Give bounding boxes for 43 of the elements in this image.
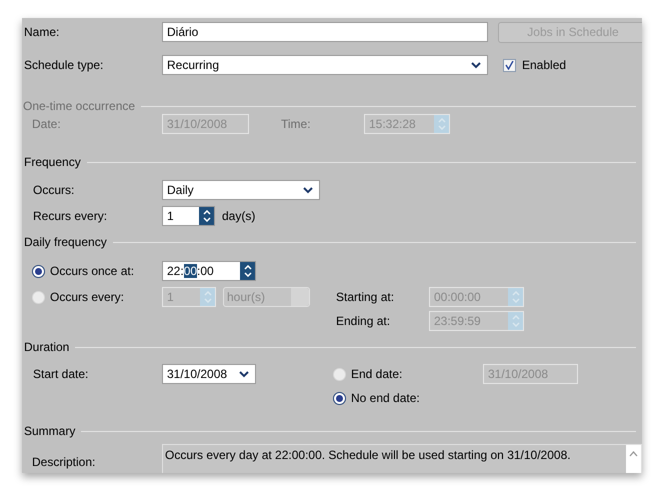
section-title: Summary [24, 423, 76, 440]
unit-dropdown[interactable]: hour(s) [223, 287, 310, 307]
field-label: Occurs: [33, 183, 74, 197]
scrollbar[interactable] [626, 445, 641, 473]
description-text: Occurs every day at 22:00:00. Schedule will be used starting on 31/10/2008. [164, 447, 572, 464]
time-field[interactable]: 00:00:00 [429, 287, 524, 307]
field-label: Name: [24, 25, 60, 39]
section-title: One-time occurrence [23, 98, 136, 115]
time-field[interactable]: 23:59:59 [429, 311, 524, 331]
field-label: Time: [281, 116, 311, 130]
radio-label: Occurs every: [50, 289, 124, 306]
radio-label: End date: [351, 366, 402, 383]
scroll-up-icon[interactable] [629, 451, 638, 457]
radio-button[interactable] [32, 264, 45, 278]
field-label: Date: [32, 116, 61, 130]
chevron-down-icon [471, 62, 481, 68]
chevron-down-icon [239, 370, 249, 378]
occurs-dropdown[interactable]: Daily [162, 180, 320, 200]
section-title: Daily frequency [24, 234, 107, 251]
recurs-every-field[interactable]: 1 [162, 206, 215, 226]
field-label: Recurs every: [33, 209, 108, 223]
field-label: Description: [32, 455, 96, 469]
radio-label: Occurs once at: [50, 263, 134, 280]
schedule-type-dropdown[interactable]: Recurring [162, 55, 488, 75]
name-field[interactable]: Diário [162, 22, 488, 42]
interval-field[interactable]: 1 [162, 287, 216, 307]
field-label: Start date: [33, 367, 88, 381]
section-title: Duration [24, 339, 70, 356]
field-label: Schedule type: [24, 58, 104, 72]
field-label: Ending at: [336, 314, 390, 328]
spinner-buttons[interactable] [240, 262, 255, 280]
section-title: Frequency [24, 154, 81, 171]
time-field[interactable]: 22:00:00 [162, 261, 256, 281]
spinner-buttons[interactable] [199, 207, 214, 225]
checkbox[interactable] [503, 58, 516, 72]
unit-label: day(s) [222, 208, 256, 225]
start-date-dropdown[interactable]: 31/10/2008 [162, 364, 256, 384]
checkbox-label: Enabled [522, 57, 566, 74]
end-date-field[interactable]: 31/10/2008 [483, 364, 578, 384]
radio-label: No end date: [351, 390, 420, 407]
chevron-down-icon [303, 186, 313, 194]
radio-button[interactable] [333, 392, 346, 404]
field-label: Starting at: [336, 290, 394, 304]
